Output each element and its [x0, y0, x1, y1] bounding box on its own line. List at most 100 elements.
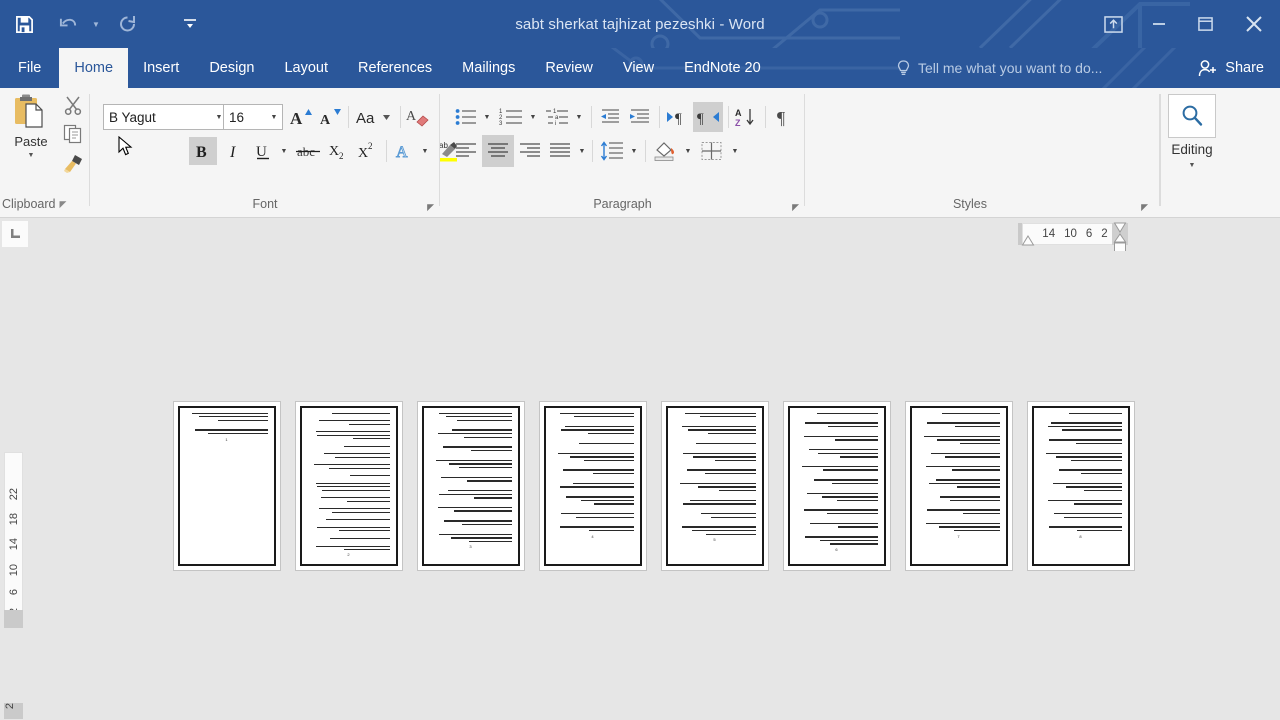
text-line	[325, 519, 390, 521]
tab-mailings[interactable]: Mailings	[447, 48, 530, 88]
bullets-button[interactable]	[452, 104, 480, 130]
text-line	[439, 412, 512, 414]
superscript-button[interactable]: X 2	[354, 137, 382, 165]
sort-az-icon: A Z	[735, 108, 754, 127]
text-line	[942, 412, 1000, 414]
decrease-indent-button[interactable]	[596, 104, 624, 130]
text-line	[714, 459, 756, 462]
minimize-icon[interactable]	[1136, 0, 1182, 48]
numbering-dropdown-icon[interactable]: ▼	[526, 104, 540, 130]
font-size-dropdown-icon[interactable]: ▼	[266, 114, 282, 121]
paste-button[interactable]: Paste ▼	[8, 92, 54, 188]
page-thumbnail[interactable]: 2	[294, 400, 403, 571]
text-line	[195, 429, 268, 431]
page-thumbnail[interactable]: 4	[538, 400, 647, 571]
styles-dialog-launcher[interactable]: ◤	[1141, 202, 1148, 213]
left-indent-marker[interactable]	[1021, 235, 1035, 247]
document-canvas[interactable]: 1 2 3 4 5 6 7 8	[27, 251, 1280, 720]
undo-dropdown-icon[interactable]: ▼	[88, 4, 104, 44]
line-spacing-dropdown-icon[interactable]: ▼	[627, 137, 641, 165]
text-line	[447, 489, 512, 492]
justify-button[interactable]	[546, 137, 574, 165]
cut-button[interactable]	[60, 92, 86, 118]
tab-review[interactable]: Review	[530, 48, 608, 88]
underline-dropdown-icon[interactable]: ▼	[276, 137, 292, 165]
font-name-input[interactable]: B Yagut ▼	[103, 104, 228, 130]
clear-formatting-button[interactable]: A	[403, 104, 433, 130]
align-right-button[interactable]	[516, 137, 544, 165]
ruler-mark: 14	[7, 538, 20, 551]
multilevel-dropdown-icon[interactable]: ▼	[572, 104, 586, 130]
format-painter-button[interactable]	[60, 150, 86, 176]
tab-file[interactable]: File	[0, 48, 59, 88]
tab-view[interactable]: View	[608, 48, 669, 88]
page-thumbnail[interactable]: 1	[172, 400, 281, 571]
text-line	[192, 412, 268, 414]
vertical-ruler[interactable]: 2 6 10 14 18 22 2	[0, 251, 27, 720]
copy-button[interactable]	[60, 121, 86, 147]
ribbon-display-icon[interactable]	[1090, 0, 1136, 48]
align-left-button[interactable]	[452, 137, 480, 165]
page-thumbnail[interactable]: 7	[904, 400, 1013, 571]
numbering-button[interactable]: 1 2 3	[496, 104, 526, 130]
page-thumbnail[interactable]: 3	[416, 400, 525, 571]
restore-icon[interactable]	[1182, 0, 1228, 48]
tab-stop-selector[interactable]	[2, 221, 28, 247]
show-formatting-marks-button[interactable]: ¶	[769, 104, 797, 130]
paste-dropdown-icon[interactable]: ▼	[28, 152, 35, 159]
tab-references[interactable]: References	[343, 48, 447, 88]
multilevel-list-button[interactable]: 1 a i	[542, 104, 572, 130]
bold-button[interactable]: B	[189, 137, 217, 165]
text-line	[564, 425, 634, 428]
save-icon[interactable]	[4, 4, 44, 44]
subscript-button[interactable]: X 2	[325, 137, 353, 165]
ribbon-tab-strip: File Home Insert Design Layout Reference…	[0, 48, 1280, 88]
page-thumbnail[interactable]: 5	[660, 400, 769, 571]
text-effects-dropdown-icon[interactable]: ▼	[418, 137, 432, 165]
align-center-button[interactable]	[482, 135, 514, 167]
close-icon[interactable]	[1228, 0, 1280, 48]
justify-dropdown-icon[interactable]: ▼	[575, 137, 589, 165]
bullets-dropdown-icon[interactable]: ▼	[480, 104, 494, 130]
tab-design[interactable]: Design	[194, 48, 269, 88]
font-size-input[interactable]: 16 ▼	[223, 104, 283, 130]
increase-indent-button[interactable]	[626, 104, 654, 130]
editing-button[interactable]	[1168, 94, 1216, 138]
text-line	[820, 539, 878, 542]
borders-dropdown-icon[interactable]: ▼	[728, 137, 742, 165]
tab-home[interactable]: Home	[59, 48, 129, 88]
shading-button[interactable]	[650, 137, 680, 165]
line-spacing-button[interactable]	[597, 137, 627, 165]
rtl-text-direction-button[interactable]: ¶	[693, 102, 723, 132]
horizontal-ruler[interactable]: 14 10 6 2	[0, 219, 1280, 254]
editing-dropdown-icon[interactable]: ▼	[1160, 162, 1224, 169]
font-dialog-launcher[interactable]: ◤	[427, 202, 434, 213]
page-thumbnail[interactable]: 8	[1026, 400, 1135, 571]
paragraph-dialog-launcher[interactable]: ◤	[792, 202, 799, 213]
first-line-indent-marker[interactable]	[1113, 221, 1127, 233]
svg-text:i: i	[555, 121, 556, 126]
strikethrough-button[interactable]: abc	[294, 137, 322, 165]
borders-button[interactable]	[697, 137, 727, 165]
text-line	[592, 473, 634, 475]
change-case-button[interactable]: Aa	[353, 104, 397, 130]
italic-button[interactable]: I	[221, 137, 249, 165]
tab-layout[interactable]: Layout	[269, 48, 343, 88]
sort-button[interactable]: A Z	[732, 104, 760, 130]
undo-icon[interactable]	[48, 4, 88, 44]
customize-qat-icon[interactable]	[170, 4, 210, 44]
tab-endnote[interactable]: EndNote 20	[669, 48, 776, 88]
text-effects-button[interactable]: A	[390, 137, 418, 165]
page-thumbnail[interactable]: 6	[782, 400, 891, 571]
tab-insert[interactable]: Insert	[128, 48, 194, 88]
ltr-text-direction-button[interactable]: ¶	[663, 104, 693, 130]
grow-font-button[interactable]: A	[287, 104, 315, 130]
share-button[interactable]: Share	[1190, 48, 1272, 88]
redo-icon[interactable]	[108, 4, 148, 44]
underline-button[interactable]: U	[250, 137, 276, 165]
clipboard-dialog-launcher[interactable]: ◤	[60, 199, 67, 210]
shading-dropdown-icon[interactable]: ▼	[681, 137, 695, 165]
svg-text:B: B	[196, 144, 207, 161]
shrink-font-button[interactable]: A	[316, 104, 344, 130]
tell-me-search[interactable]: Tell me what you want to do...	[896, 48, 1102, 88]
